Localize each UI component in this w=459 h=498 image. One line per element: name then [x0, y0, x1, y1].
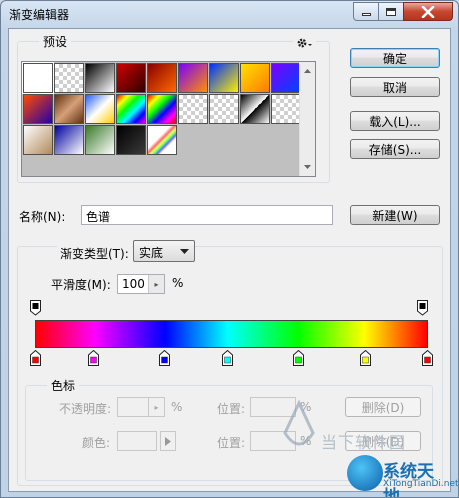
preset-swatch[interactable]	[116, 94, 146, 124]
preset-swatch[interactable]	[209, 94, 239, 124]
color-menu-button[interactable]	[160, 431, 176, 451]
maximize-button[interactable]	[378, 2, 404, 21]
maximize-icon	[386, 7, 396, 16]
close-button[interactable]	[403, 2, 453, 21]
smoothness-label: 平滑度(M):	[51, 278, 111, 292]
preset-scrollbar[interactable]	[299, 62, 315, 176]
color-stop[interactable]	[88, 350, 99, 366]
gradient-type-select[interactable]: 实底	[133, 240, 195, 262]
color-stop[interactable]	[222, 350, 233, 366]
preset-swatch[interactable]	[85, 125, 115, 155]
name-field[interactable]: 色谱	[81, 205, 333, 225]
window-title: 渐变编辑器	[9, 8, 70, 22]
chevron-right-icon	[165, 436, 171, 446]
gradient-type-value: 实底	[139, 246, 164, 260]
opacity-label: 不透明度:	[59, 402, 112, 416]
save-button[interactable]: 存储(S)...	[350, 139, 440, 159]
color-stop[interactable]	[159, 350, 170, 366]
color-location-label: 位置:	[217, 436, 246, 450]
opacity-location-label: 位置:	[217, 402, 246, 416]
chevron-down-icon	[180, 249, 189, 254]
dialog-client: 预设 确定 取消 载入(L)... 存储(S)... 名称(N): 色谱 新建(…	[8, 28, 451, 492]
color-stop[interactable]	[360, 350, 371, 366]
preset-swatch[interactable]	[178, 94, 208, 124]
preset-swatch[interactable]	[147, 125, 177, 155]
delete-opacity-stop-button[interactable]: 删除(D)	[345, 397, 421, 417]
smoothness-slider-icon[interactable]: ▸	[148, 275, 164, 293]
minimize-icon	[361, 13, 371, 16]
preset-swatch[interactable]	[240, 94, 270, 124]
color-stop[interactable]	[293, 350, 304, 366]
minimize-button[interactable]	[353, 2, 379, 21]
color-stop[interactable]	[30, 350, 41, 366]
gear-icon[interactable]	[294, 37, 316, 52]
color-swatch[interactable]	[117, 431, 157, 451]
scroll-down-icon[interactable]	[300, 160, 315, 174]
preset-swatch[interactable]	[147, 94, 177, 124]
preset-swatch-grid[interactable]	[22, 62, 301, 155]
opacity-unit: %	[171, 400, 183, 414]
preset-list[interactable]	[21, 61, 316, 177]
opacity-stop-left[interactable]	[30, 300, 41, 316]
preset-swatch[interactable]	[23, 125, 53, 155]
preset-swatch[interactable]	[85, 63, 115, 93]
opacity-location-unit: %	[300, 400, 312, 414]
preset-swatch[interactable]	[85, 94, 115, 124]
load-button[interactable]: 载入(L)...	[350, 111, 440, 131]
opacity-field[interactable]: ▸	[117, 397, 165, 417]
preset-swatch[interactable]	[240, 63, 270, 93]
gradient-preview-bar[interactable]	[35, 320, 428, 348]
opacity-stop-right[interactable]	[417, 300, 428, 316]
smoothness-field[interactable]: 100 ▸	[117, 274, 165, 294]
ok-button[interactable]: 确定	[350, 48, 440, 68]
preset-swatch[interactable]	[147, 63, 177, 93]
color-label: 颜色:	[82, 436, 111, 450]
preset-swatch[interactable]	[116, 63, 146, 93]
preset-swatch[interactable]	[23, 94, 53, 124]
preset-swatch[interactable]	[22, 62, 54, 94]
close-icon	[421, 5, 435, 18]
scroll-up-icon[interactable]	[300, 64, 315, 78]
preset-swatch[interactable]	[178, 63, 208, 93]
preset-swatch[interactable]	[209, 63, 239, 93]
name-label: 名称(N):	[19, 210, 66, 224]
smoothness-value: 100	[122, 277, 145, 291]
preset-swatch[interactable]	[54, 94, 84, 124]
presets-label: 预设	[39, 33, 72, 50]
preset-swatch[interactable]	[116, 125, 146, 155]
preset-swatch[interactable]	[54, 63, 84, 93]
gradient-type-label: 渐变类型(T):	[57, 245, 132, 262]
smoothness-unit: %	[172, 276, 184, 290]
preset-swatch[interactable]	[54, 125, 84, 155]
delete-color-stop-button[interactable]: 删除(D)	[345, 431, 421, 451]
new-button[interactable]: 新建(W)	[350, 205, 440, 225]
color-stop[interactable]	[422, 350, 433, 366]
color-location-unit: %	[300, 434, 312, 448]
preset-swatch[interactable]	[271, 94, 301, 124]
color-location-field[interactable]	[250, 431, 296, 451]
opacity-location-field[interactable]	[250, 397, 296, 417]
cancel-button[interactable]: 取消	[350, 77, 440, 97]
gradient-editor-window: 渐变编辑器 预设 确定 取消 载入(L)... 存储(S)... 名称(N): …	[0, 0, 459, 498]
preset-swatch[interactable]	[271, 63, 301, 93]
color-stop-group-label: 色标	[47, 377, 80, 394]
title-bar[interactable]: 渐变编辑器	[1, 1, 458, 27]
